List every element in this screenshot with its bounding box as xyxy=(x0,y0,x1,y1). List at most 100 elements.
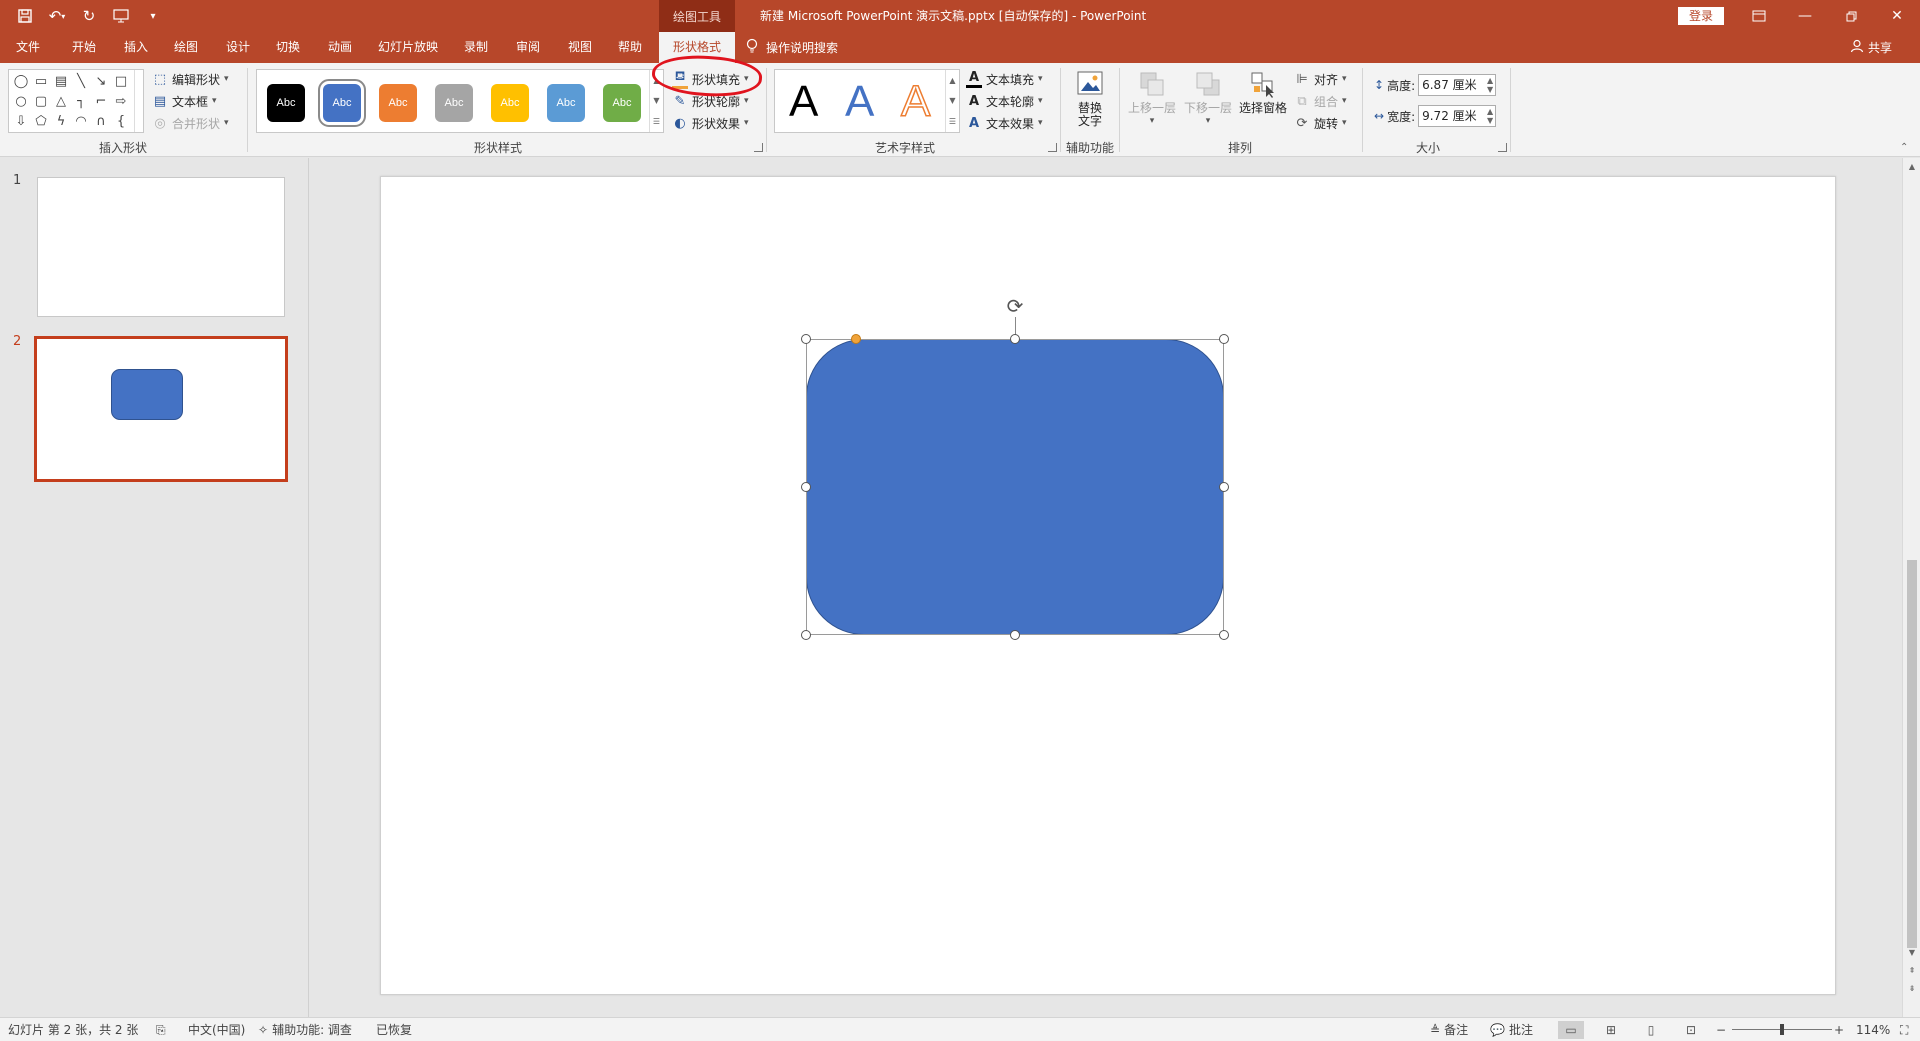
next-slide-icon[interactable]: ⇟ xyxy=(1903,984,1920,993)
chevron-down-icon[interactable]: ▼ xyxy=(653,96,659,105)
vertical-scrollbar[interactable]: ▲ ▼ ⇞ ⇟ xyxy=(1902,158,1920,1017)
height-input[interactable]: 6.87 厘米 ▲ ▼ xyxy=(1418,74,1497,96)
resize-handle-top-right[interactable] xyxy=(1219,334,1229,344)
accessibility-status[interactable]: ✧ 辅助功能: 调查 xyxy=(258,1018,352,1041)
align-button[interactable]: ⊫ 对齐 ▾ xyxy=(1294,69,1346,89)
lightning-shape-icon[interactable]: ϟ xyxy=(51,111,71,131)
resize-handle-top[interactable] xyxy=(1010,334,1020,344)
tab-file[interactable]: 文件 xyxy=(8,32,48,63)
line-shape-icon[interactable]: ╲ xyxy=(71,71,91,91)
tab-slide-show[interactable]: 幻灯片放映 xyxy=(372,32,444,63)
normal-view-icon[interactable]: ▭ xyxy=(1558,1021,1584,1039)
edit-shape-button[interactable]: ⬚ 编辑形状 ▾ xyxy=(152,69,229,89)
alt-text-button[interactable]: 替换 文字 xyxy=(1070,69,1110,128)
tab-view[interactable]: 视图 xyxy=(560,32,600,63)
text-box-shape-icon[interactable]: ▭ xyxy=(31,71,51,91)
shape-styles-dialog-launcher-icon[interactable] xyxy=(754,143,763,152)
width-spinner-icon[interactable]: ▲ ▼ xyxy=(1487,107,1493,125)
scroll-down-icon[interactable]: ▼ xyxy=(1903,948,1920,957)
wordart-styles-scroll[interactable]: ▲ ▼ ☰ xyxy=(945,70,959,132)
freeform-shape-icon[interactable]: ⬠ xyxy=(31,111,51,131)
wordart-style-orange-outline[interactable]: A xyxy=(900,77,931,127)
resize-handle-bottom[interactable] xyxy=(1010,630,1020,640)
resize-handle-left[interactable] xyxy=(801,482,811,492)
reading-view-icon[interactable]: ▯ xyxy=(1638,1021,1664,1039)
wordart-styles-gallery[interactable]: A A A ▲ ▼ ☰ xyxy=(774,69,960,133)
wordart-style-plain[interactable]: A xyxy=(789,78,818,126)
down-arrow-shape-icon[interactable]: ⇩ xyxy=(11,111,31,131)
tab-help[interactable]: 帮助 xyxy=(610,32,650,63)
shapes-gallery[interactable]: ◯ ▭ ▤ ╲ ↘ □ ○ ▢ △ ┐ ⌐ ⇨ ⇩ ⬠ ϟ ◠ ∩ { xyxy=(8,69,144,133)
slide-show-view-icon[interactable]: ⊡ xyxy=(1678,1021,1704,1039)
rotation-handle-icon[interactable]: ⟳ xyxy=(1003,294,1027,318)
wordart-dialog-launcher-icon[interactable] xyxy=(1048,143,1057,152)
ribbon-display-options-icon[interactable] xyxy=(1736,0,1782,32)
slide-thumbnail-1[interactable] xyxy=(37,177,285,317)
tab-review[interactable]: 审阅 xyxy=(508,32,548,63)
curve-shape-icon[interactable]: ∩ xyxy=(91,111,111,131)
text-box-button[interactable]: ▤ 文本框 ▾ xyxy=(152,91,217,111)
resize-handle-top-left[interactable] xyxy=(801,334,811,344)
tab-insert[interactable]: 插入 xyxy=(116,32,156,63)
more-icon[interactable]: ☰ xyxy=(653,117,660,126)
zoom-in-icon[interactable]: + xyxy=(1834,1018,1844,1041)
chevron-up-icon[interactable]: ▲ xyxy=(949,76,955,85)
shape-style-swatch[interactable]: Abc xyxy=(318,79,366,127)
scroll-up-icon[interactable]: ▲ xyxy=(1903,162,1920,171)
more-icon[interactable]: ☰ xyxy=(949,117,956,126)
vertical-text-box-icon[interactable]: ▤ xyxy=(51,71,71,91)
elbow-connector-icon[interactable]: ┐ xyxy=(71,91,91,111)
zoom-slider-thumb[interactable] xyxy=(1780,1024,1784,1035)
rounded-rectangle-shape[interactable] xyxy=(806,339,1224,635)
resize-handle-bottom-right[interactable] xyxy=(1219,630,1229,640)
text-fill-button[interactable]: A 文本填充 ▾ xyxy=(966,69,1043,89)
start-from-beginning-icon[interactable] xyxy=(110,5,132,27)
shape-effects-button[interactable]: ◐ 形状效果 ▾ xyxy=(672,113,748,133)
zoom-level[interactable]: 114% xyxy=(1856,1018,1890,1041)
resize-handle-bottom-left[interactable] xyxy=(801,630,811,640)
brace-shape-icon[interactable]: { xyxy=(111,111,131,131)
triangle-shape-icon[interactable]: △ xyxy=(51,91,71,111)
zoom-out-icon[interactable]: − xyxy=(1716,1018,1726,1041)
chevron-down-icon[interactable]: ▼ xyxy=(949,96,955,105)
restore-icon[interactable] xyxy=(1828,0,1874,32)
save-icon[interactable] xyxy=(14,5,36,27)
corner-radius-adjust-handle[interactable] xyxy=(851,334,861,344)
scrollbar-thumb[interactable] xyxy=(1907,560,1917,948)
shape-styles-gallery[interactable]: Abc Abc Abc Abc Abc Abc Abc ▲ ▼ ☰ xyxy=(256,69,664,133)
tab-design[interactable]: 设计 xyxy=(218,32,258,63)
share-button[interactable]: 共享 xyxy=(1850,32,1892,63)
shape-style-swatch[interactable]: Abc xyxy=(491,84,529,122)
text-outline-button[interactable]: A 文本轮廓 ▾ xyxy=(966,91,1043,111)
tab-record[interactable]: 录制 xyxy=(456,32,496,63)
tab-animations[interactable]: 动画 xyxy=(320,32,360,63)
shapes-gallery-more-icon[interactable] xyxy=(134,70,144,132)
group-button[interactable]: ⧉ 组合 ▾ xyxy=(1294,91,1346,111)
selection-pane-button[interactable]: 选择窗格 xyxy=(1238,69,1288,115)
undo-icon[interactable]: ↶ ▾ xyxy=(46,5,68,27)
customize-qat-icon[interactable]: ▾ xyxy=(142,5,164,27)
previous-slide-icon[interactable]: ⇞ xyxy=(1903,966,1920,975)
rotate-button[interactable]: ⟳ 旋转 ▾ xyxy=(1294,113,1347,133)
height-spinner-icon[interactable]: ▲ ▼ xyxy=(1487,76,1493,94)
redo-icon[interactable]: ↻ xyxy=(78,5,100,27)
tab-draw[interactable]: 绘图 xyxy=(166,32,206,63)
arc-shape-icon[interactable]: ◠ xyxy=(71,111,91,131)
shape-style-swatch[interactable]: Abc xyxy=(603,84,641,122)
oval-shape-icon[interactable]: ○ xyxy=(11,91,31,111)
send-backward-button[interactable]: 下移一层 ▾ xyxy=(1182,69,1234,128)
fit-to-window-icon[interactable]: ⛶ xyxy=(1900,1018,1908,1041)
right-arrow-shape-icon[interactable]: ⇨ xyxy=(111,91,131,111)
notes-button[interactable]: ≜ 备注 xyxy=(1430,1018,1468,1041)
shape-style-swatch[interactable]: Abc xyxy=(379,84,417,122)
language-indicator[interactable]: 中文(中国) xyxy=(188,1018,245,1041)
rounded-rectangle-shape-icon[interactable]: ▢ xyxy=(31,91,51,111)
spell-check-icon[interactable]: ⎘ xyxy=(156,1018,166,1041)
bring-forward-button[interactable]: 上移一层 ▾ xyxy=(1126,69,1178,128)
width-input[interactable]: 9.72 厘米 ▲ ▼ xyxy=(1418,105,1497,127)
collapse-ribbon-icon[interactable]: ⌃ xyxy=(1900,142,1908,153)
text-effects-button[interactable]: A 文本效果 ▾ xyxy=(966,113,1043,133)
callout-oval-icon[interactable]: ◯ xyxy=(11,71,31,91)
close-icon[interactable]: ✕ xyxy=(1874,0,1920,32)
shape-style-swatch[interactable]: Abc xyxy=(435,84,473,122)
